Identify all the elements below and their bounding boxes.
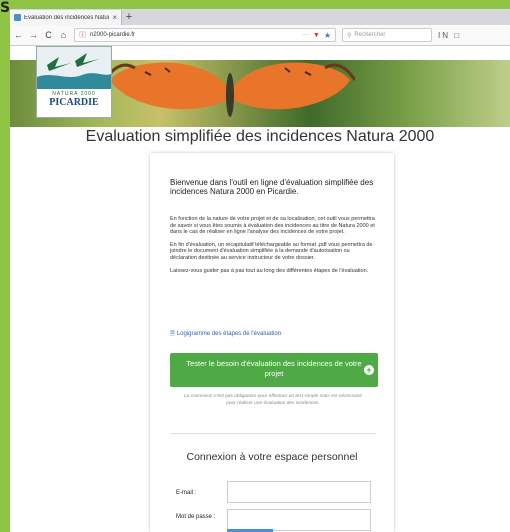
- password-label: Mot de passe :: [176, 514, 216, 520]
- favicon-icon: [14, 14, 21, 21]
- email-field[interactable]: [227, 481, 371, 503]
- login-title: Connexion à votre espace personnel: [186, 451, 358, 463]
- bookmark-star-icon[interactable]: ★: [324, 31, 331, 40]
- page-title: Evaluation simplifiée des incidences Nat…: [85, 128, 435, 145]
- search-bar[interactable]: ⚲ Rechercher: [342, 28, 432, 42]
- cta-note: La connexion n'est pas obligatoire pour …: [184, 394, 362, 406]
- natura2000-logo[interactable]: NATURA 2000 PICARDIE: [36, 46, 112, 118]
- intro-paragraph-1: En fonction de la nature de votre projet…: [170, 216, 375, 236]
- address-bar[interactable]: ⓘ n2000-picardie.fr ··· ▼ ★: [74, 28, 336, 42]
- divider: [170, 433, 376, 434]
- reload-button[interactable]: C: [44, 30, 53, 40]
- close-tab-icon[interactable]: ×: [112, 13, 117, 22]
- document-icon: 🗎: [170, 331, 175, 337]
- library-icon[interactable]: IN □: [438, 31, 461, 40]
- intro-body: En fonction de la nature de votre projet…: [170, 216, 376, 280]
- email-label: E-mail :: [176, 490, 197, 496]
- corner-label: S: [0, 0, 11, 16]
- forward-button[interactable]: →: [29, 30, 38, 40]
- page-actions-menu[interactable]: ···: [303, 32, 309, 38]
- plus-icon: +: [364, 365, 374, 375]
- home-button[interactable]: ⌂: [59, 30, 68, 40]
- tab-title: Evaluation des incidences Natura 2000: [24, 14, 109, 21]
- main-card: Bienvenue dans l'outil en ligne d'évalua…: [150, 153, 394, 532]
- logigram-link[interactable]: 🗎 Logigramme des étapes de l'évaluation: [170, 329, 281, 339]
- intro-paragraph-2: En fin d'évaluation, un récapitulatif té…: [170, 241, 373, 261]
- butterfly-image: [105, 62, 355, 117]
- search-placeholder: Rechercher: [354, 32, 386, 38]
- logo-region-text: PICARDIE: [49, 97, 99, 108]
- search-icon: ⚲: [347, 32, 352, 39]
- start-evaluation-label: Tester le besoin d'évaluation des incide…: [186, 359, 362, 378]
- start-evaluation-button[interactable]: Tester le besoin d'évaluation des incide…: [170, 353, 378, 387]
- tab-bar: Evaluation des incidences Natura 2000 × …: [10, 9, 510, 25]
- pocket-icon[interactable]: ▼: [313, 32, 320, 39]
- browser-tab[interactable]: Evaluation des incidences Natura 2000 ×: [10, 10, 122, 25]
- logigram-link-label: Logigramme des étapes de l'évaluation: [176, 331, 282, 337]
- welcome-text: Bienvenue dans l'outil en ligne d'évalua…: [170, 178, 374, 196]
- nav-bar: ← → C ⌂ ⓘ n2000-picardie.fr ··· ▼ ★ ⚲ Re…: [10, 25, 510, 46]
- header-banner: NATURA 2000 PICARDIE: [10, 46, 510, 127]
- browser-window: Evaluation des incidences Natura 2000 × …: [10, 9, 510, 532]
- password-field[interactable]: [227, 509, 371, 531]
- site-info-icon[interactable]: ⓘ: [79, 30, 86, 40]
- back-button[interactable]: ←: [14, 30, 23, 40]
- intro-paragraph-3: Laissez-vous guider pas à pas tout au lo…: [170, 267, 369, 274]
- birds-icon: [37, 47, 111, 89]
- url-text: n2000-picardie.fr: [90, 32, 136, 38]
- new-tab-button[interactable]: +: [122, 10, 136, 25]
